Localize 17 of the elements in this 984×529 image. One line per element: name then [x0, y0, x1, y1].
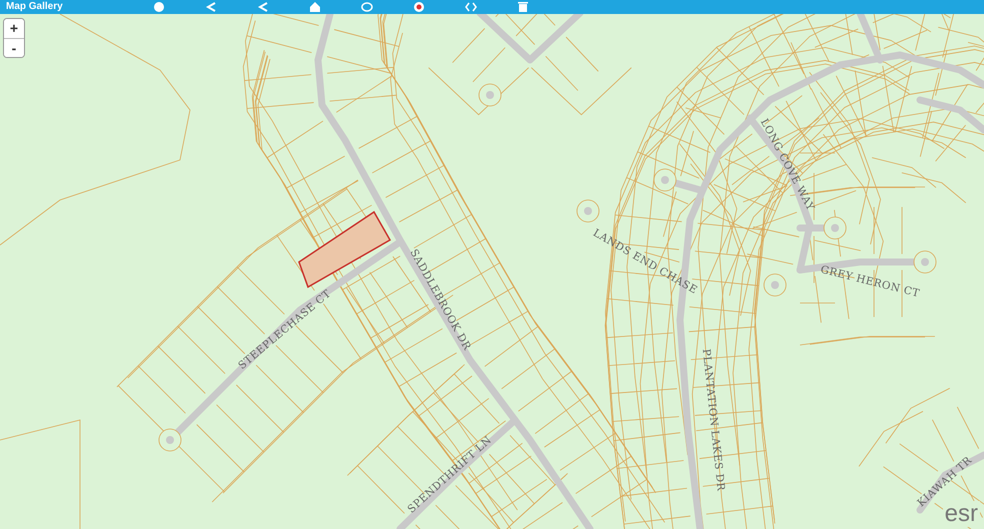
- toolbar-title: Map Gallery: [6, 1, 63, 13]
- cul-de-sac: [914, 250, 936, 274]
- highlighted-parcel[interactable]: [298, 210, 392, 288]
- cul-de-sac: [158, 428, 182, 452]
- trash-icon[interactable]: [516, 1, 529, 13]
- cul-de-sac: [478, 84, 502, 106]
- layers-icon[interactable]: [360, 1, 373, 13]
- cul-de-sac: [764, 274, 786, 296]
- street-label: PLANTATION LAKES DR: [700, 348, 727, 492]
- esri-logo: esr: [942, 501, 980, 527]
- target-icon[interactable]: [412, 1, 425, 13]
- cul-de-sac: [576, 200, 600, 222]
- zoom-out-button[interactable]: -: [4, 38, 24, 57]
- code-icon[interactable]: [464, 1, 477, 13]
- cul-de-sac: [824, 216, 846, 240]
- cul-de-sac: [654, 168, 676, 192]
- circle-icon[interactable]: [152, 1, 165, 13]
